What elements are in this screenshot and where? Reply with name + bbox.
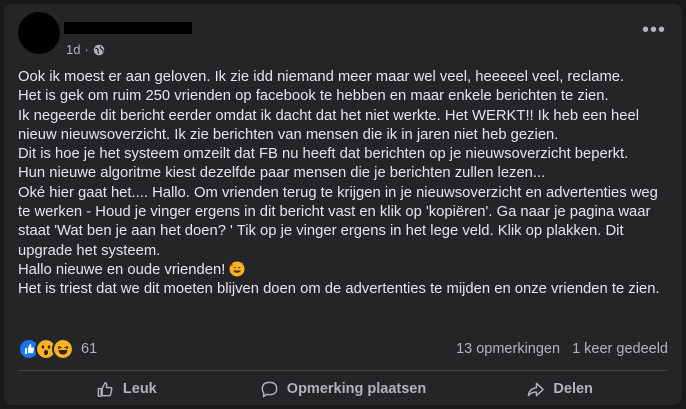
meta-separator: · [84,42,89,57]
more-options-icon[interactable]: ••• [640,20,668,44]
comment-label: Opmerking plaatsen [286,381,427,397]
post-line: Ik negeerde dit bericht eerder omdat ik … [18,107,639,143]
smiling-face-with-hearts-icon [229,261,245,277]
post-body: Ook ik moest er aan geloven. Ik zie idd … [18,68,668,300]
comment-button[interactable]: Opmerking plaatsen [235,373,452,405]
reaction-count[interactable]: 61 [81,341,97,357]
post-time[interactable]: 1d [66,42,80,57]
divider [18,370,668,371]
post-line: Hallo nieuwe en oude vrienden! [18,261,226,278]
share-arrow-icon [528,382,545,396]
thumbs-up-icon [97,381,113,397]
share-button[interactable]: Delen [451,373,668,405]
post-line: Het is triest dat we dit moeten blijven … [18,281,660,298]
comment-bubble-icon [261,381,278,397]
post-line: Hun nieuwe algoritme kiest dezelfde paar… [18,165,546,182]
like-label: Leuk [122,381,157,397]
post-meta: 1d · [66,42,105,57]
share-count-link[interactable]: 1 keer gedeeld [572,341,668,357]
post-header: 1d · ••• [18,12,668,62]
share-label: Delen [553,381,593,397]
post-line: Ook ik moest er aan geloven. Ik zie idd … [18,69,625,85]
haha-reaction-icon [52,338,74,360]
reactions-summary[interactable]: 61 [18,338,97,360]
post-stats: 61 13 opmerkingen 1 keer gedeeld [18,337,668,361]
post-line: Oké hier gaat het.... Hallo. Om vrienden… [18,184,658,259]
author-name-redacted[interactable] [64,22,192,34]
globe-icon[interactable] [93,44,105,56]
post-line: Dit is hoe je het systeem omzeilt dat FB… [18,146,629,163]
like-button[interactable]: Leuk [18,373,235,405]
comment-count-link[interactable]: 13 opmerkingen [456,341,560,357]
action-bar: Leuk Opmerking plaatsen Delen [18,373,668,405]
post-line-greeting: Hallo nieuwe en oude vrienden! [18,261,668,280]
post-card: 1d · ••• Ook ik moest er aan geloven. Ik… [4,4,682,405]
engagement-stats: 13 opmerkingen 1 keer gedeeld [456,341,668,357]
post-line: Het is gek om ruim 250 vrienden op faceb… [18,88,609,105]
avatar[interactable] [18,12,60,54]
